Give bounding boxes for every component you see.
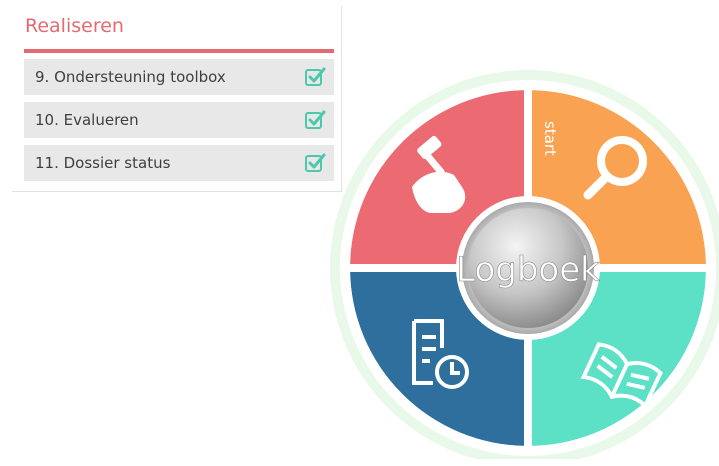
checkbox-checked-icon[interactable] [304, 152, 326, 174]
checklist-item-dossier-status[interactable]: 11. Dossier status [24, 145, 334, 181]
checkbox-checked-icon[interactable] [304, 109, 326, 131]
logboek-wheel: start Logboek [330, 70, 719, 459]
center-label: Logboek [456, 250, 600, 290]
start-label: start [541, 121, 559, 156]
checklist-item-ondersteuning-toolbox[interactable]: 9. Ondersteuning toolbox [24, 59, 334, 95]
checklist-item-label: 9. Ondersteuning toolbox [35, 68, 226, 86]
checklist-item-evalueren[interactable]: 10. Evalueren [24, 102, 334, 138]
checkbox-checked-icon[interactable] [304, 66, 326, 88]
title-divider [24, 49, 334, 53]
checklist-item-label: 11. Dossier status [35, 154, 171, 172]
logboek-center-button[interactable]: Logboek [456, 196, 600, 340]
realiseren-panel: Realiseren 9. Ondersteuning toolbox 10. … [12, 6, 342, 192]
checklist-item-label: 10. Evalueren [35, 111, 139, 129]
panel-title: Realiseren [25, 15, 124, 37]
